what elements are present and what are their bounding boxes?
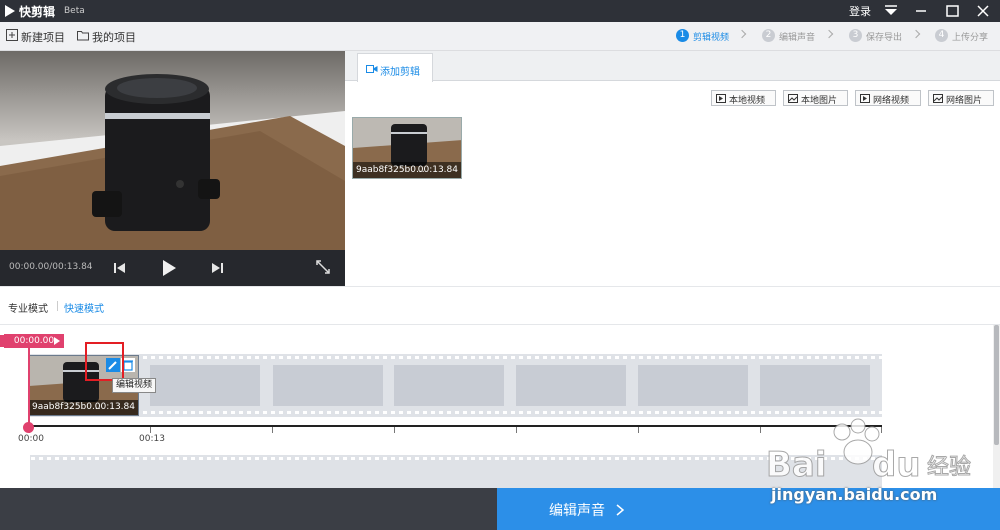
online-video-button[interactable]: 网络视频 — [855, 90, 921, 106]
clip-name: 9aab8f325b0... — [32, 402, 101, 412]
ruler-label: 00:00 — [18, 434, 44, 444]
ruler-tick — [394, 427, 395, 433]
media-panel: 添加剪辑 本地视频 本地图片 网络视频 网络图片 9aab8f325b0... … — [345, 51, 1000, 286]
video-camera-icon — [366, 65, 378, 73]
play-icon[interactable] — [160, 258, 178, 278]
svg-text:Bai: Bai — [766, 445, 827, 485]
skip-back-icon[interactable] — [113, 261, 127, 275]
app-logo-icon — [5, 5, 15, 17]
step-number: 1 — [676, 29, 689, 42]
film-holes-bottom — [30, 411, 882, 415]
film-frame — [150, 365, 260, 406]
title-bar: 快剪辑 Beta 登录 — [0, 0, 1000, 22]
quick-mode-tab[interactable]: 快速模式 — [64, 300, 104, 315]
film-holes-top — [30, 457, 882, 461]
time-readout: 00:00.00/00:13.84 — [9, 262, 93, 272]
annotation-highlight-box — [85, 342, 124, 381]
caret-right-icon — [54, 337, 60, 345]
svg-text:经验: 经验 — [927, 455, 971, 480]
tab-add-clip[interactable]: 添加剪辑 — [357, 53, 433, 82]
image-file-icon — [933, 94, 943, 103]
timeline-scrollbar[interactable] — [993, 325, 1000, 488]
ruler-tick — [638, 427, 639, 433]
local-video-button[interactable]: 本地视频 — [711, 90, 776, 106]
media-item[interactable]: 9aab8f325b0... 00:13.84 — [352, 117, 462, 179]
media-tabstrip: 添加剪辑 — [345, 51, 1000, 82]
local-image-label: 本地图片 — [801, 96, 838, 106]
close-icon — [977, 5, 989, 17]
mode-divider — [57, 301, 58, 311]
media-item-caption: 9aab8f325b0... 00:13.84 — [353, 162, 461, 178]
video-file-icon — [716, 94, 726, 103]
ruler-tick — [760, 427, 761, 433]
beta-badge: Beta — [64, 6, 85, 16]
ruler-tick — [516, 427, 517, 433]
film-frame — [273, 365, 383, 406]
tab-add-clip-label: 添加剪辑 — [380, 67, 420, 78]
step-number: 4 — [935, 29, 948, 42]
new-project-label: 新建项目 — [21, 31, 65, 44]
minimize-icon — [916, 10, 926, 12]
online-video-label: 网络视频 — [873, 96, 910, 106]
film-frame — [760, 365, 870, 406]
local-video-label: 本地视频 — [729, 96, 766, 106]
skip-forward-icon[interactable] — [210, 261, 224, 275]
scrollbar-thumb[interactable] — [994, 325, 999, 445]
close-button[interactable] — [968, 0, 998, 22]
next-button-label: 编辑声音 — [549, 503, 605, 519]
chevron-right-icon — [737, 29, 747, 39]
chevron-right-icon — [911, 29, 921, 39]
online-image-label: 网络图片 — [946, 96, 983, 106]
timeline-ruler — [29, 425, 882, 427]
film-holes-top — [30, 356, 882, 360]
playhead[interactable] — [28, 348, 30, 427]
watermark-url: jingyan.baidu.com — [771, 485, 938, 504]
chevron-right-icon — [824, 29, 834, 39]
ruler-tick — [272, 427, 273, 433]
main-toolbar: 新建项目 我的项目 1 剪辑视频 2 编辑声音 3 保存导出 4 上传分享 — [0, 22, 1000, 51]
login-link[interactable]: 登录 — [849, 3, 871, 19]
maximize-icon — [946, 5, 959, 17]
playhead-handle[interactable] — [23, 422, 34, 433]
app-title: 快剪辑 — [19, 5, 56, 19]
clip-caption: 9aab8f325b0... 00:13.84 — [29, 400, 138, 415]
step-number: 3 — [849, 29, 862, 42]
maximize-button[interactable] — [937, 0, 967, 22]
image-file-icon — [788, 94, 798, 103]
chevron-right-icon — [616, 504, 625, 516]
menu-dropdown-button[interactable] — [876, 0, 906, 22]
plus-box-icon — [6, 29, 18, 41]
step-label: 剪辑视频 — [693, 33, 730, 43]
fullscreen-icon[interactable] — [316, 260, 330, 274]
media-item-duration: 00:13.84 — [417, 165, 458, 175]
film-frame — [394, 365, 504, 406]
video-frame-image — [0, 51, 345, 251]
folder-icon — [77, 31, 89, 41]
dropdown-icon — [885, 5, 897, 15]
edit-video-tooltip: 编辑视频 — [112, 378, 157, 393]
player-controls: 00:00.00/00:13.84 — [0, 250, 345, 286]
video-file-icon — [860, 94, 870, 103]
clip-duration: 00:13.84 — [94, 402, 135, 412]
pro-mode-tab[interactable]: 专业模式 — [8, 300, 48, 315]
ruler-label: 00:13 — [139, 434, 165, 444]
local-image-button[interactable]: 本地图片 — [783, 90, 848, 106]
step-label: 上传分享 — [952, 33, 989, 43]
svg-text:du: du — [872, 445, 921, 485]
video-track[interactable] — [30, 354, 882, 417]
mode-bar: 专业模式 快速模式 — [0, 286, 1000, 325]
ruler-tick — [150, 427, 151, 433]
flag-left-edge — [0, 335, 4, 347]
step-number: 2 — [762, 29, 775, 42]
second-track[interactable] — [30, 455, 882, 488]
online-image-button[interactable]: 网络图片 — [928, 90, 994, 106]
media-item-name: 9aab8f325b0... — [356, 165, 425, 175]
film-frame — [516, 365, 626, 406]
minimize-button[interactable] — [906, 0, 936, 22]
film-frame — [638, 365, 748, 406]
step-label: 保存导出 — [866, 33, 903, 43]
my-projects-label: 我的项目 — [92, 31, 136, 44]
step-label: 编辑声音 — [779, 33, 816, 43]
